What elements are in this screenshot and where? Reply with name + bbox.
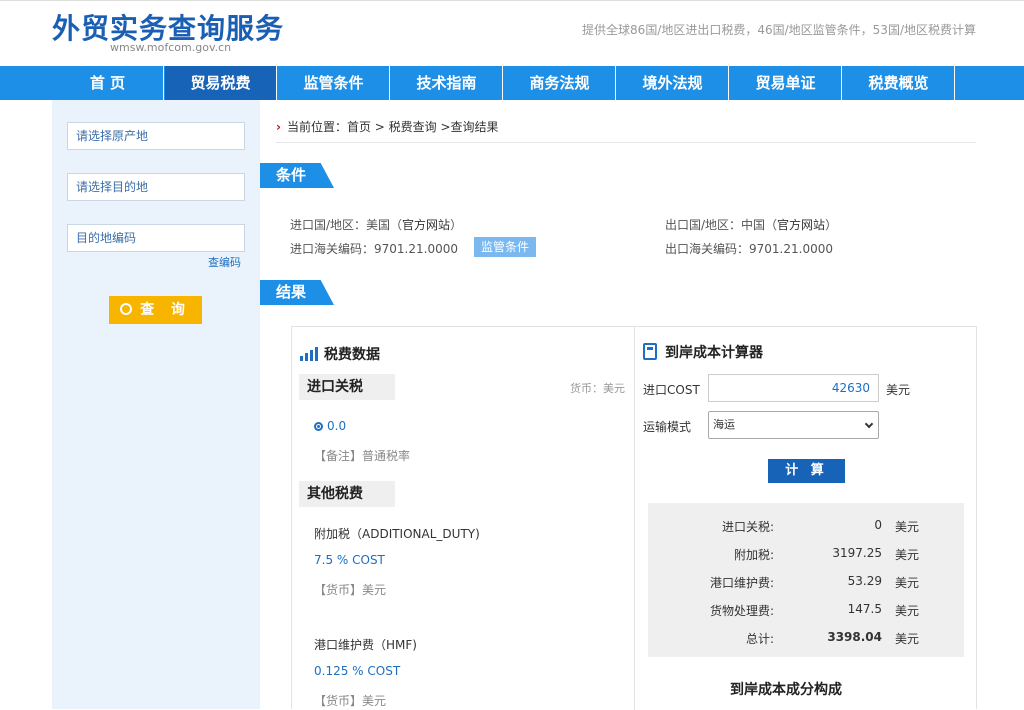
chevron-right-icon: › (276, 120, 281, 134)
nav-item-tech-guide[interactable]: 技术指南 (391, 66, 503, 100)
nav-item-tax-overview[interactable]: 税费概览 (843, 66, 955, 100)
export-country: 出口国/地区：中国（官方网站） (665, 216, 837, 233)
result-label: 港口维护费: (709, 576, 774, 590)
transport-mode-value: 海运 (713, 418, 735, 431)
main-nav: 首 页 贸易税费 监管条件 技术指南 商务法规 境外法规 贸易单证 税费概览 (0, 66, 1024, 100)
breadcrumb-path[interactable]: 首页 > 税费查询 >查询结果 (347, 120, 499, 134)
duty-rate-option[interactable]: 0.0 (314, 419, 346, 433)
export-official-site-link[interactable]: 官方网站 (777, 218, 825, 232)
result-label: 货物处理费: (709, 604, 774, 618)
supervision-badge[interactable]: 监管条件 (474, 237, 536, 257)
result-value: 3197.25 (832, 546, 882, 560)
import-country-label: 进口国/地区：美国（ (290, 218, 403, 232)
calculator-title: 到岸成本计算器 (643, 342, 763, 362)
main-content: › 当前位置：首页 > 税费查询 >查询结果 条件 进口国/地区：美国（官方网站）… (260, 100, 1024, 710)
transport-label: 运输模式 (643, 420, 692, 434)
import-official-site-link[interactable]: 官方网站 (402, 218, 450, 232)
result-value: 0 (874, 518, 882, 532)
nav-item-trade-tax[interactable]: 贸易税费 (165, 66, 277, 100)
nav-item-supervision[interactable]: 监管条件 (278, 66, 390, 100)
divider (276, 142, 976, 143)
import-duty-header: 进口关税 (299, 374, 395, 400)
result-value: 53.29 (847, 574, 882, 588)
export-country-label: 出口国/地区：中国（ (665, 218, 778, 232)
result-unit: 美元 (895, 576, 920, 590)
result-unit: 美元 (895, 548, 920, 562)
import-customs-code: 进口海关编码：9701.21.0000 (290, 242, 458, 256)
cost-calculator: 到岸成本计算器 进口COST 42630 美元 运输模式 海运 计 算 进口关税… (635, 327, 977, 710)
result-label: 附加税: (733, 548, 774, 562)
tax-item-currency: 【货币】美元 (314, 694, 387, 708)
site-domain: wmsw.mofcom.gov.cn (110, 41, 232, 54)
nav-item-foreign-law[interactable]: 境外法规 (617, 66, 729, 100)
tax-data-title: 税费数据 (300, 344, 380, 364)
bar-chart-icon (300, 347, 318, 361)
total-unit: 美元 (895, 632, 920, 646)
export-country-suffix: ） (825, 218, 838, 232)
dest-code-input[interactable]: 目的地编码 (67, 224, 245, 252)
calculate-button[interactable]: 计 算 (768, 459, 845, 483)
tax-item-rate: 7.5 % COST (314, 553, 385, 567)
nav-item-commerce-law[interactable]: 商务法规 (504, 66, 616, 100)
search-icon (120, 303, 133, 315)
nav-item-trade-docs[interactable]: 贸易单证 (730, 66, 842, 100)
composition-title: 到岸成本成分构成 (730, 682, 842, 698)
tax-item-name: 附加税（ADDITIONAL_DUTY) (314, 527, 480, 541)
export-customs-code: 出口海关编码：9701.21.0000 (665, 242, 833, 256)
breadcrumb-prefix: 当前位置： (286, 120, 347, 134)
nav-item-home[interactable]: 首 页 (52, 66, 164, 100)
result-value: 147.5 (847, 602, 882, 616)
calculator-icon (643, 343, 657, 360)
calculator-title-text: 到岸成本计算器 (665, 345, 763, 361)
cost-input[interactable]: 42630 (708, 374, 879, 402)
search-sidebar: 请选择原产地 请选择目的地 目的地编码 查编码 查 询 (52, 100, 260, 709)
cost-unit: 美元 (886, 383, 911, 397)
total-value: 3398.04 (827, 630, 882, 644)
duty-remark: 【备注】普通税率 (314, 449, 411, 463)
transport-mode-select[interactable]: 海运 (708, 411, 879, 439)
breadcrumb: › 当前位置：首页 > 税费查询 >查询结果 (276, 118, 499, 135)
import-country-suffix: ） (450, 218, 463, 232)
result-unit: 美元 (895, 520, 920, 534)
tax-item-name: 港口维护费（HMF) (314, 638, 417, 652)
radio-selected-icon (314, 422, 323, 431)
lookup-code-link[interactable]: 查编码 (208, 254, 241, 270)
results-panel: 税费数据 进口关税 货币：美元 0.0 【备注】普通税率 其他税费 附加税（AD… (291, 326, 977, 710)
currency-note: 货币：美元 (570, 382, 625, 395)
origin-select[interactable]: 请选择原产地 (67, 122, 245, 150)
result-label: 进口关税: (721, 520, 774, 534)
tax-item-currency: 【货币】美元 (314, 583, 387, 597)
header-slogan: 提供全球86国/地区进出口税费，46国/地区监管条件，53国/地区税费计算 (582, 23, 976, 37)
conditions-tag: 条件 (260, 163, 334, 188)
destination-select[interactable]: 请选择目的地 (67, 173, 245, 201)
results-tag: 结果 (260, 280, 334, 305)
query-button-label: 查 询 (140, 302, 191, 318)
import-country: 进口国/地区：美国（官方网站） (290, 216, 462, 233)
duty-rate-value: 0.0 (327, 419, 347, 433)
tax-item-rate: 0.125 % COST (314, 664, 401, 678)
tax-data-title-text: 税费数据 (324, 347, 380, 363)
total-label: 总计: (745, 632, 774, 646)
other-taxes-header: 其他税费 (299, 481, 395, 507)
calculation-results: 进口关税: 0 美元 附加税: 3197.25 美元 港口维护费: 53.29 … (648, 503, 964, 657)
result-unit: 美元 (895, 604, 920, 618)
chevron-down-icon (864, 419, 874, 429)
query-button[interactable]: 查 询 (109, 296, 202, 324)
cost-label: 进口COST (643, 383, 700, 397)
site-header: 外贸实务查询服务 wmsw.mofcom.gov.cn 提供全球86国/地区进出… (0, 0, 1024, 66)
